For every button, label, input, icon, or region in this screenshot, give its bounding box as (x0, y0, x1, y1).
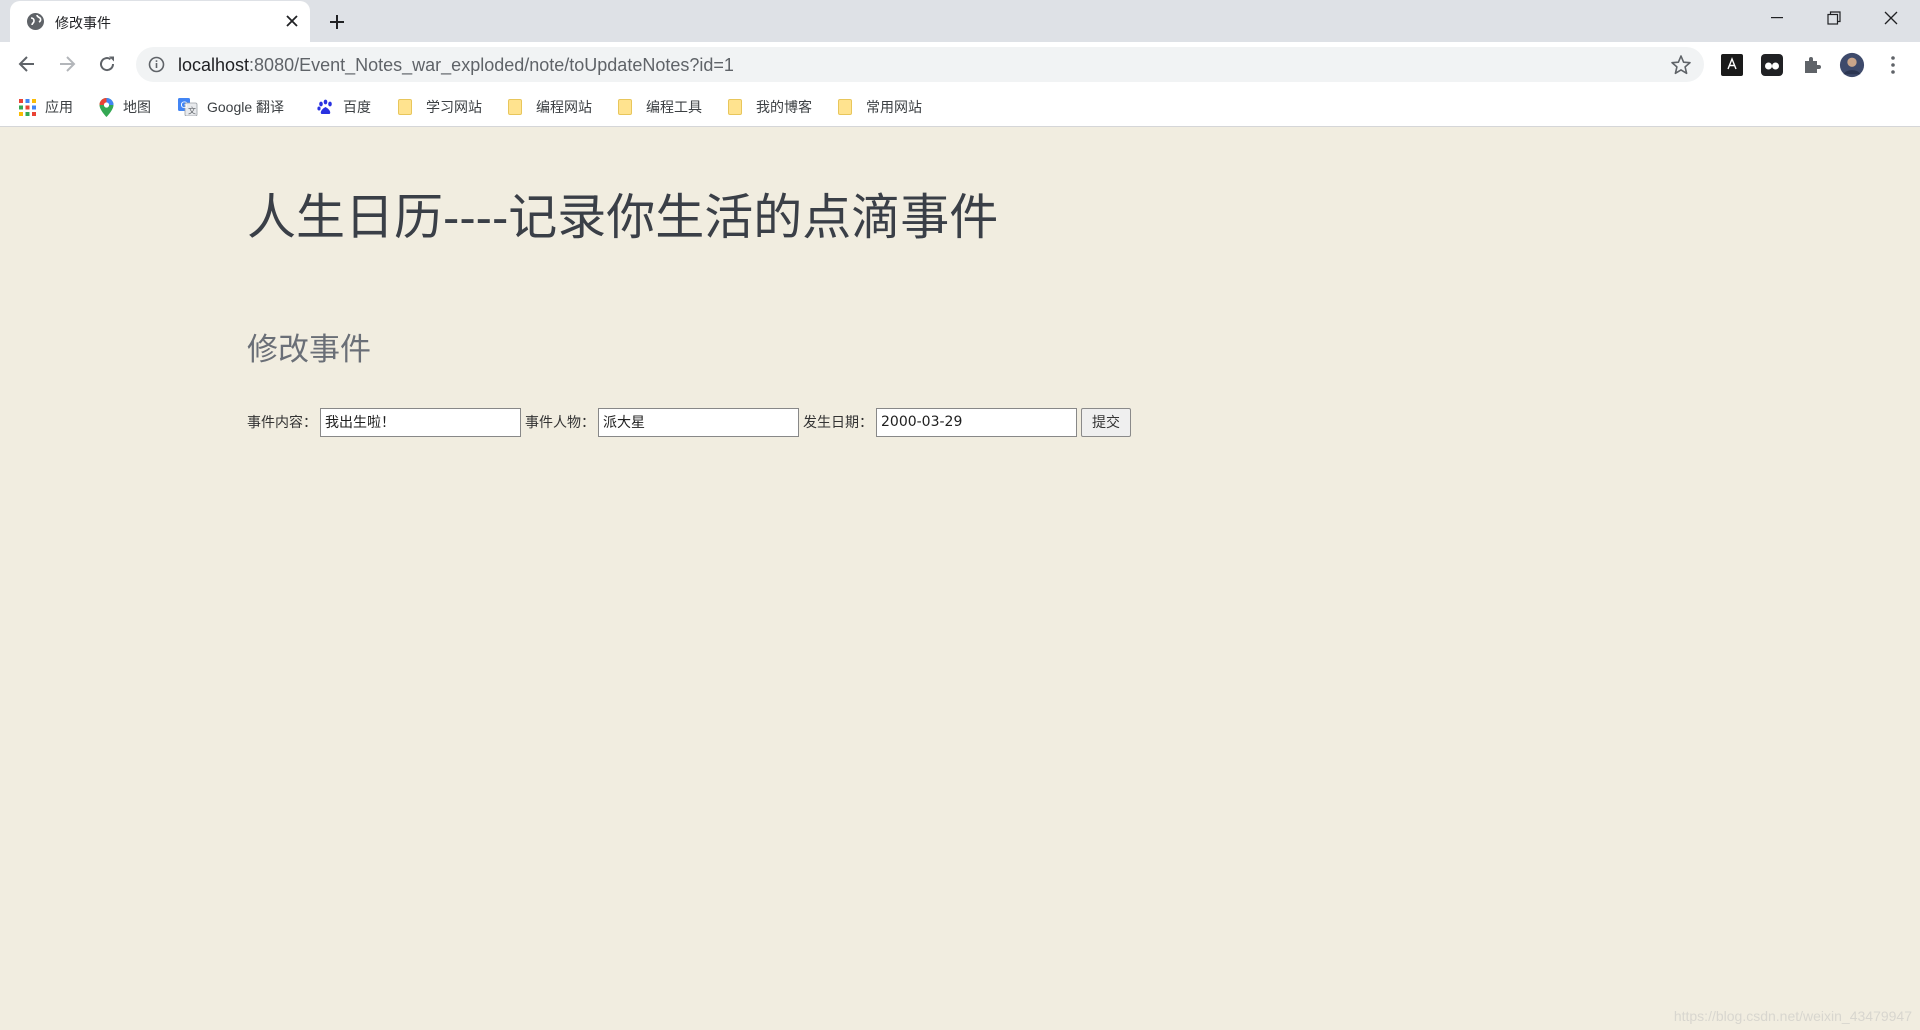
url-path: :8080/Event_Notes_war_exploded/note/toUp… (249, 55, 734, 75)
browser-tab[interactable]: 修改事件 (10, 1, 310, 42)
folder-icon (398, 99, 412, 115)
restore-icon[interactable] (1805, 0, 1863, 36)
folder-icon (838, 99, 852, 115)
event-person-input[interactable] (598, 407, 799, 437)
section-title: 修改事件 (247, 332, 371, 367)
bookmark-label: 常用网站 (866, 99, 922, 115)
info-icon[interactable] (148, 56, 165, 73)
bookmark-baidu[interactable]: 百度 (317, 95, 371, 119)
bookmark-label: 编程工具 (646, 99, 702, 115)
content-label: 事件内容： (247, 414, 317, 430)
bookmark-apps[interactable]: 应用 (19, 95, 73, 119)
bookmark-star-icon[interactable] (1670, 54, 1692, 76)
bookmark-folder-study[interactable]: 学习网站 (398, 95, 482, 119)
svg-text:G: G (181, 101, 188, 111)
bookmark-label: Google 翻译 (207, 99, 285, 115)
svg-text:文: 文 (188, 106, 196, 116)
bookmarks-bar: 应用 地图 G文 Google 翻译 百度 学习网站 编程网站 编程工具 我的博… (0, 87, 1920, 127)
reload-icon[interactable] (92, 49, 122, 79)
maps-pin-icon (99, 97, 114, 117)
baidu-paw-icon (317, 99, 332, 114)
person-label: 事件人物： (525, 414, 595, 430)
bookmark-label: 我的博客 (756, 99, 812, 115)
new-tab-button[interactable] (323, 8, 351, 36)
event-date-input[interactable] (876, 407, 1077, 437)
bookmark-label: 百度 (343, 99, 371, 115)
bookmark-folder-coding-tools[interactable]: 编程工具 (618, 95, 702, 119)
submit-button[interactable]: 提交 (1081, 407, 1131, 437)
browser-toolbar: localhost:8080/Event_Notes_war_exploded/… (0, 42, 1920, 87)
bookmark-label: 学习网站 (426, 99, 482, 115)
bookmark-folder-common[interactable]: 常用网站 (838, 95, 922, 119)
tab-strip: 修改事件 (0, 0, 1920, 42)
bookmark-folder-coding-sites[interactable]: 编程网站 (508, 95, 592, 119)
folder-icon (728, 99, 742, 115)
folder-icon (508, 99, 522, 115)
url-text[interactable]: localhost:8080/Event_Notes_war_exploded/… (178, 55, 734, 76)
translate-icon: G文 (178, 98, 198, 116)
date-label: 发生日期： (803, 414, 873, 430)
page-content: 人生日历----记录你生活的点滴事件 修改事件 事件内容： 事件人物： 发生日期… (0, 128, 1920, 1030)
close-window-icon[interactable] (1862, 0, 1920, 36)
bookmark-google-translate[interactable]: G文 Google 翻译 (178, 95, 284, 119)
folder-icon (618, 99, 632, 115)
apps-grid-icon (19, 98, 36, 116)
menu-kebab-icon[interactable] (1880, 52, 1906, 78)
bookmark-label: 地图 (123, 99, 151, 115)
bookmark-folder-blog[interactable]: 我的博客 (728, 95, 812, 119)
bookmark-label: 应用 (45, 99, 73, 115)
bookmark-maps[interactable]: 地图 (99, 95, 151, 119)
event-content-input[interactable] (320, 407, 521, 437)
bookmark-label: 编程网站 (536, 99, 592, 115)
watermark: https://blog.csdn.net/weixin_43479947 (1673, 1008, 1912, 1024)
forward-icon[interactable] (52, 49, 82, 79)
url-host: localhost (178, 55, 250, 75)
close-tab-icon[interactable] (282, 11, 302, 31)
profile-avatar-icon[interactable] (1839, 52, 1865, 78)
extension-mask-icon[interactable] (1759, 52, 1785, 78)
minimize-icon[interactable] (1748, 0, 1806, 36)
back-icon[interactable] (12, 49, 42, 79)
tab-title: 修改事件 (55, 15, 111, 31)
page-title: 人生日历----记录你生活的点滴事件 (247, 191, 999, 245)
globe-icon (26, 12, 45, 31)
update-event-form: 事件内容： 事件人物： 发生日期： 提交 (247, 407, 1131, 437)
address-bar[interactable]: localhost:8080/Event_Notes_war_exploded/… (136, 47, 1704, 82)
extension-dark-icon[interactable] (1719, 52, 1745, 78)
extensions-puzzle-icon[interactable] (1799, 52, 1825, 78)
